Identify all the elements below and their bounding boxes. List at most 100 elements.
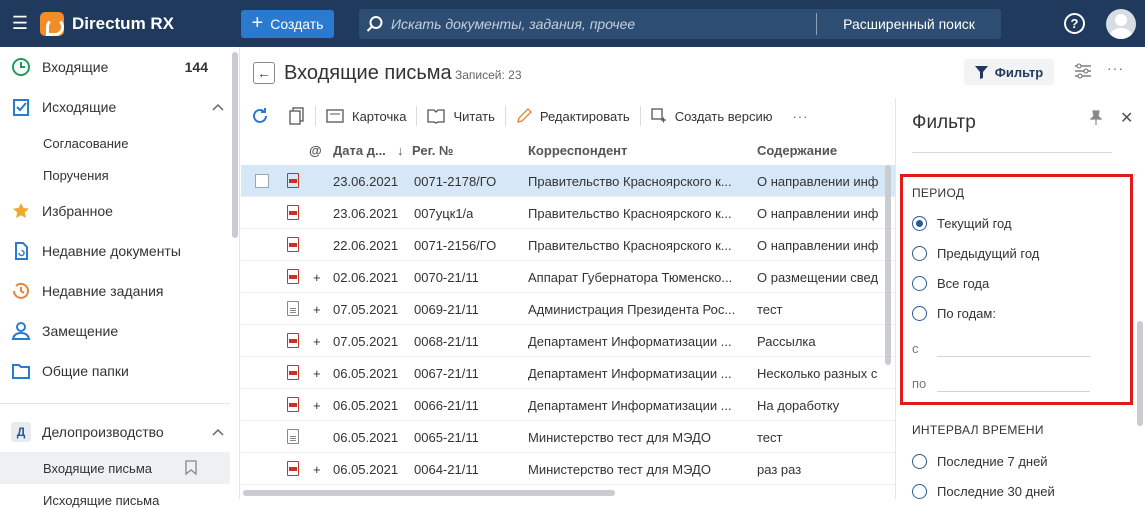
sidebar-item-label: Недавние задания <box>42 283 164 299</box>
chevron-up-icon[interactable] <box>212 426 224 438</box>
edit-button[interactable]: Редактировать <box>506 108 640 124</box>
filter-panel-title: Фильтр <box>912 112 976 133</box>
history-icon <box>11 281 31 301</box>
inbox-count-badge: 144 <box>184 59 208 75</box>
sidebar-item-outgoing[interactable]: Исходящие <box>0 87 230 127</box>
radio-selected-icon <box>912 216 927 231</box>
directum-logo-icon <box>40 11 64 36</box>
hamburger-menu-icon[interactable]: ☰ <box>0 0 40 47</box>
column-content[interactable]: Содержание <box>757 143 837 158</box>
create-button[interactable]: + Создать <box>241 10 334 38</box>
row-checkbox[interactable] <box>255 174 269 188</box>
radio-last-30-days[interactable]: Последние 30 дней <box>912 484 1055 499</box>
divider <box>0 403 230 404</box>
chevron-up-icon[interactable] <box>212 101 224 113</box>
attachment-plus: + <box>313 270 321 285</box>
copy-icon[interactable] <box>279 107 315 125</box>
radio-all-years[interactable]: Все года <box>912 276 989 291</box>
settings-sliders-icon[interactable] <box>1074 62 1092 80</box>
from-year-field[interactable] <box>937 356 1090 357</box>
table-horizontal-scrollbar[interactable] <box>243 490 615 496</box>
search-input[interactable] <box>391 9 816 39</box>
table-row[interactable]: 23.06.2021 0071-2178/ГО Правительство Крас… <box>241 165 896 197</box>
close-icon[interactable]: ✕ <box>1120 108 1133 128</box>
filter-button[interactable]: Фильтр <box>964 59 1054 85</box>
table-row[interactable]: +07.05.2021 0069-21/11 Администрация Прези… <box>241 293 896 325</box>
cell-correspondent: Департамент Информатизации ... <box>528 334 732 349</box>
radio-label: Предыдущий год <box>937 246 1040 261</box>
refresh-icon[interactable] <box>241 107 279 125</box>
sidebar-subitem-orders[interactable]: Поручения <box>43 168 109 183</box>
help-icon[interactable]: ? <box>1064 13 1085 34</box>
sidebar-item-recent-docs[interactable]: Недавние документы <box>0 231 230 271</box>
avatar[interactable] <box>1106 9 1136 39</box>
table-row[interactable]: +06.05.2021 0064-21/11 Министерство тест д… <box>241 453 896 485</box>
read-button[interactable]: Читать <box>417 108 504 124</box>
column-reg-number[interactable]: Рег. № <box>412 143 453 158</box>
radio-previous-year[interactable]: Предыдущий год <box>912 246 1039 261</box>
table-row[interactable]: 22.06.2021 0071-2156/ГО Правительство Крас… <box>241 229 896 261</box>
pin-icon[interactable] <box>1089 110 1103 126</box>
cell-reg-number: 0066-21/11 <box>414 398 479 413</box>
pdf-file-icon <box>287 365 299 380</box>
bookmark-icon[interactable] <box>185 460 197 475</box>
cell-correspondent: Департамент Информатизации ... <box>528 366 732 381</box>
column-attachment[interactable]: @ <box>309 143 322 158</box>
sidebar-scrollbar[interactable] <box>232 52 238 238</box>
sidebar-item-substitution[interactable]: Замещение <box>0 311 230 351</box>
app-logo[interactable]: Directum RX <box>40 11 174 36</box>
sidebar-group-records[interactable]: Д Делопроизводство <box>0 412 230 452</box>
cell-reg-number: 007уцк1/а <box>414 206 474 221</box>
sidebar-item-inbox[interactable]: Входящие 144 <box>0 47 230 87</box>
sidebar-item-favorites[interactable]: Избранное <box>0 191 230 231</box>
radio-current-year[interactable]: Текущий год <box>912 216 1012 231</box>
more-icon[interactable]: ··· <box>782 109 818 124</box>
back-button[interactable]: ← <box>253 62 275 84</box>
document-icon <box>287 429 299 444</box>
search-icon[interactable] <box>359 15 391 33</box>
funnel-icon <box>974 65 988 79</box>
to-year-field[interactable] <box>937 391 1090 392</box>
sort-down-icon[interactable]: ↓ <box>397 143 404 158</box>
sidebar-subitem-approval[interactable]: Согласование <box>43 136 128 151</box>
cell-date: 06.05.2021 <box>333 398 399 413</box>
advanced-search-button[interactable]: Расширенный поиск <box>816 13 1001 35</box>
attachment-plus: + <box>313 398 321 413</box>
cell-reg-number: 0070-21/11 <box>414 270 479 285</box>
sidebar-subitem-outgoing-letters[interactable]: Исходящие письма <box>43 493 159 508</box>
more-options-icon[interactable]: ··· <box>1107 60 1124 76</box>
toolbar: Карточка Читать Редактировать Создать ве… <box>241 98 896 134</box>
table-row[interactable]: 06.05.2021 0065-21/11 Министерство тест дл… <box>241 421 896 453</box>
column-correspondent[interactable]: Корреспондент <box>528 143 627 158</box>
cell-date: 07.05.2021 <box>333 302 399 317</box>
table-row[interactable]: +02.06.2021 0070-21/11 Аппарат Губернатора… <box>241 261 896 293</box>
cell-reg-number: 0067-21/11 <box>414 366 479 381</box>
sidebar-item-recent-tasks[interactable]: Недавние задания <box>0 271 230 311</box>
table-row[interactable]: +07.05.2021 0068-21/11 Департамент Информа… <box>241 325 896 357</box>
radio-label: Текущий год <box>937 216 1012 231</box>
read-label: Читать <box>453 108 495 124</box>
checklist-icon <box>11 97 31 117</box>
radio-label: Все года <box>937 276 990 291</box>
sidebar-item-shared-folders[interactable]: Общие папки <box>0 351 230 391</box>
record-count: Записей: 23 <box>455 68 522 82</box>
cell-date: 22.06.2021 <box>333 238 399 253</box>
pdf-file-icon <box>287 333 299 348</box>
table-row[interactable]: +06.05.2021 0066-21/11 Департамент Информа… <box>241 389 896 421</box>
cell-correspondent: Аппарат Губернатора Тюменско... <box>528 270 733 285</box>
sidebar-item-label: Исходящие <box>42 99 117 115</box>
cell-correspondent: Правительство Красноярского к... <box>528 238 732 253</box>
card-button[interactable]: Карточка <box>316 109 416 124</box>
new-version-icon <box>651 108 666 123</box>
radio-by-years[interactable]: По годам: <box>912 306 996 321</box>
column-date[interactable]: Дата д... <box>333 143 386 158</box>
sidebar-subitem-incoming-letters-label: Входящие письма <box>43 461 152 476</box>
create-version-button[interactable]: Создать версию <box>641 108 783 124</box>
table-row[interactable]: 23.06.2021 007уцк1/а Правительство Красноя… <box>241 197 896 229</box>
radio-last-7-days[interactable]: Последние 7 дней <box>912 454 1048 469</box>
table-row[interactable]: +06.05.2021 0067-21/11 Департамент Информа… <box>241 357 896 389</box>
filter-panel-scrollbar[interactable] <box>1137 321 1143 426</box>
folder-icon <box>11 361 31 381</box>
pencil-icon <box>516 108 532 123</box>
table-vertical-scrollbar[interactable] <box>885 165 891 365</box>
